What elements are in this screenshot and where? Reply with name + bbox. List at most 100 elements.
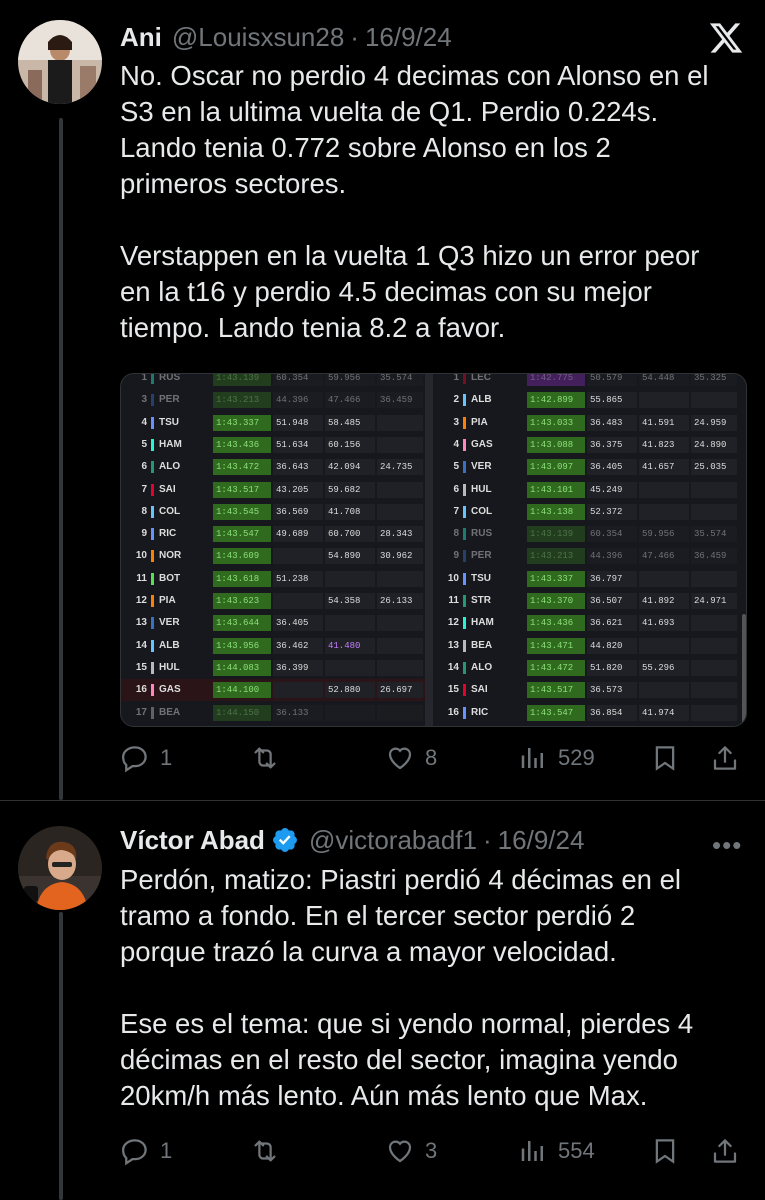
views-button[interactable]: 554 (518, 1136, 595, 1166)
share-button[interactable] (710, 743, 750, 773)
timing-cell: 50.579 (587, 374, 637, 386)
retweet-button[interactable] (250, 743, 290, 773)
views-button[interactable]: 529 (518, 743, 595, 773)
timing-position: 12 (135, 595, 147, 606)
like-button[interactable]: 3 (385, 1136, 437, 1166)
tweet-date[interactable]: 16/9/24 (498, 825, 585, 856)
timing-position: 9 (453, 550, 459, 562)
timing-cell (325, 704, 375, 721)
driver-code: RUS (159, 374, 181, 383)
display-name[interactable]: Víctor Abad (120, 825, 265, 856)
share-icon (713, 1139, 737, 1163)
team-color-bar (151, 505, 154, 518)
like-count: 3 (425, 1138, 438, 1163)
timing-row: 7 SAI 1:43.517 43.205 59.682 (121, 479, 425, 501)
timing-cell: 47.466 (639, 548, 689, 565)
timing-cell: 24.890 (691, 436, 737, 453)
timing-position: 7 (453, 505, 459, 517)
more-icon[interactable]: ••• (712, 830, 742, 861)
avatar[interactable] (18, 826, 102, 910)
timing-position: 4 (453, 438, 459, 450)
like-button[interactable]: 8 (385, 743, 437, 773)
timing-cell: 35.325 (691, 374, 737, 386)
timing-cell (377, 659, 423, 676)
timing-cell (377, 704, 423, 721)
team-color-bar (151, 416, 154, 429)
timing-cell: 1:43.547 (527, 704, 585, 721)
driver-code: TSU (159, 416, 179, 428)
timing-cell: 26.697 (377, 682, 423, 699)
timing-cell: 44.396 (587, 548, 637, 565)
timing-cell (691, 682, 737, 699)
timing-cell: 54.358 (325, 593, 375, 609)
reply-button[interactable]: 1 (120, 1136, 172, 1166)
timing-cell: 59.956 (639, 526, 689, 543)
team-color-bar (463, 438, 466, 451)
timing-cell: 41.591 (639, 414, 689, 431)
timing-cell: 1:43.618 (213, 570, 271, 587)
timing-cell: 30.962 (377, 548, 423, 565)
timing-cell: 1:43.517 (527, 682, 585, 699)
text-line: S3 en la ultima vuelta de Q1. Perdio 0.2… (120, 96, 659, 127)
timing-row: 13 VER 1:43.644 36.405 (121, 612, 425, 634)
avatar[interactable] (18, 20, 102, 104)
timing-cell (377, 481, 423, 498)
timing-row: 10 TSU 1:43.337 36.797 (433, 568, 746, 590)
display-name[interactable]: Ani (120, 22, 162, 53)
team-color-bar (151, 595, 154, 607)
share-button[interactable] (710, 1136, 750, 1166)
timing-cell (691, 659, 737, 676)
user-handle[interactable]: @victorabadf1 (309, 825, 477, 856)
timing-cell: 52.880 (325, 682, 375, 699)
timing-cell (691, 615, 737, 632)
user-handle[interactable]: @Louisxsun28 (172, 22, 344, 53)
team-color-bar (463, 374, 466, 384)
views-count: 529 (558, 745, 595, 770)
retweet-button[interactable] (250, 1136, 290, 1166)
timing-cell: 51.238 (273, 570, 323, 587)
timing-cell (377, 637, 423, 654)
driver-code: HAM (471, 617, 494, 629)
retweet-icon (254, 747, 276, 769)
timing-cell: 51.820 (587, 659, 637, 676)
timing-cell: 41.892 (639, 593, 689, 609)
timing-row: 15 HUL 1:44.083 36.399 (121, 657, 425, 679)
timing-position: 4 (141, 416, 147, 428)
timing-position: 7 (141, 483, 147, 495)
timing-cell (691, 481, 737, 498)
timing-cell: 25.035 (691, 459, 737, 476)
team-color-bar (151, 394, 154, 407)
team-color-bar (151, 684, 154, 697)
timing-cell (639, 637, 689, 654)
team-color-bar (151, 483, 154, 496)
timing-cell (377, 615, 423, 632)
driver-code: ALO (159, 461, 181, 473)
team-color-bar (463, 416, 466, 429)
bookmark-button[interactable] (650, 1136, 690, 1166)
timing-row: 3 PIA 1:43.033 36.483 41.591 24.959 (433, 412, 746, 434)
text-line: décimas en el resto del sector, imagina … (120, 1044, 678, 1075)
driver-code: SAI (159, 483, 176, 495)
timing-cell (691, 570, 737, 587)
timing-row: 5 HAM 1:43.436 51.634 60.156 (121, 434, 425, 456)
timing-cell: 1:43.337 (527, 570, 585, 587)
team-color-bar (463, 461, 466, 474)
timing-cell: 60.700 (325, 526, 375, 543)
driver-code: ALB (159, 639, 180, 651)
timing-cell: 1:43.644 (213, 615, 271, 632)
driver-code: LEC (471, 374, 491, 383)
tweet-media-image[interactable]: 1 RUS 1:43.139 60.354 59.956 35.574 3 PER 1:43.2… (120, 373, 747, 727)
timing-table-left: 1 RUS 1:43.139 60.354 59.956 35.574 3 PER 1:43.2… (121, 374, 425, 726)
timing-cell (325, 570, 375, 587)
bookmark-button[interactable] (650, 743, 690, 773)
reply-button[interactable]: 1 (120, 743, 172, 773)
x-logo-icon[interactable] (706, 20, 746, 56)
timing-cell (639, 392, 689, 409)
thread-line-bottom (59, 912, 63, 1200)
verified-badge-icon (272, 828, 297, 852)
timing-cell: 1:43.472 (213, 459, 271, 476)
timing-cell: 41.693 (639, 615, 689, 632)
tweet-date[interactable]: 16/9/24 (365, 22, 452, 53)
timing-cell: 60.354 (587, 526, 637, 543)
timing-cell: 1:43.097 (527, 459, 585, 476)
